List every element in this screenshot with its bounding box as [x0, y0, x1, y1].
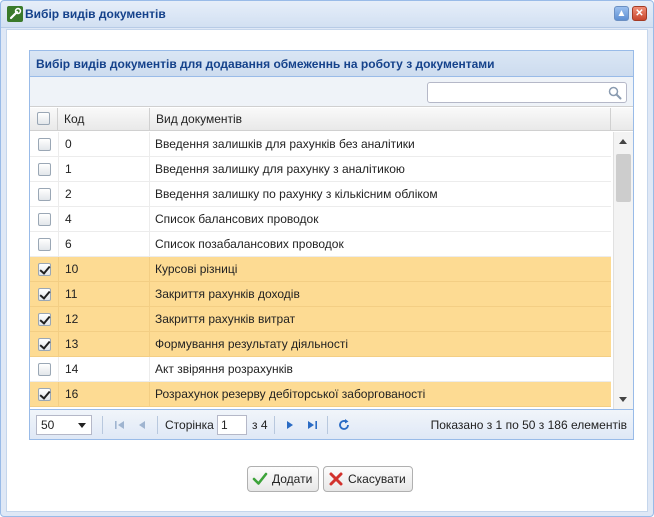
last-page-icon[interactable]	[305, 418, 319, 432]
row-code: 0	[58, 132, 150, 156]
dialog-window: Вибір видів документів ▲ ✕ Вибір видів д…	[0, 0, 654, 517]
pagination-bar: 50 Сторінка 1 з 4 Показано з 1 по 50 з 1…	[30, 409, 633, 439]
table-row[interactable]: 13 Формування результату діяльності	[30, 332, 611, 357]
row-checkbox[interactable]	[37, 163, 51, 177]
row-doc-type: Розрахунок резерву дебіторської заборгов…	[155, 387, 426, 401]
row-code: 1	[58, 157, 150, 181]
add-button-label: Додати	[272, 472, 313, 486]
table-row[interactable]: 2 Введення залишку по рахунку з кількісн…	[30, 182, 611, 207]
refresh-icon[interactable]	[337, 418, 351, 432]
row-doc-type: Закриття рахунків доходів	[155, 287, 300, 301]
row-code: 16	[58, 382, 150, 406]
table-row[interactable]: 10 Курсові різниці	[30, 257, 611, 282]
cancel-button[interactable]: Скасувати	[323, 466, 413, 492]
row-doc-type: Закриття рахунків витрат	[155, 312, 296, 326]
add-button[interactable]: Додати	[247, 466, 320, 492]
next-page-icon[interactable]	[283, 418, 297, 432]
row-checkbox[interactable]	[37, 188, 51, 202]
table-row[interactable]: 16 Розрахунок резерву дебіторської забор…	[30, 382, 611, 407]
row-checkbox[interactable]	[37, 138, 51, 152]
row-code: 4	[58, 207, 150, 231]
grid-rows: 0 Введення залишків для рахунків без ана…	[30, 132, 611, 409]
row-doc-type: Формування результату діяльності	[155, 337, 348, 351]
table-row[interactable]: 11 Закриття рахунків доходів	[30, 282, 611, 307]
column-header-code[interactable]: Код	[58, 108, 150, 130]
row-checkbox[interactable]	[37, 313, 51, 327]
row-checkbox[interactable]	[37, 338, 51, 352]
row-doc-type: Введення залишків для рахунків без аналі…	[155, 137, 415, 151]
row-doc-type: Введення залишку по рахунку з кількісним…	[155, 187, 438, 201]
select-all-cell	[30, 108, 58, 130]
row-checkbox[interactable]	[37, 238, 51, 252]
table-row[interactable]: 6 Список позабалансових проводок	[30, 232, 611, 257]
separator	[102, 416, 103, 434]
minimize-button[interactable]: ▲	[614, 6, 629, 21]
table-row[interactable]: 12 Закриття рахунків витрат	[30, 307, 611, 332]
close-button[interactable]: ✕	[632, 6, 647, 21]
scrollbar-thumb[interactable]	[616, 154, 631, 202]
scroll-up-arrow-icon[interactable]	[619, 139, 627, 144]
page-number-input[interactable]: 1	[217, 415, 247, 435]
page-total-label: з 4	[252, 418, 268, 432]
grid-title: Вибір видів документів для додавання обм…	[30, 51, 633, 77]
title-bar[interactable]: Вибір видів документів ▲ ✕	[1, 1, 653, 28]
window-title: Вибір видів документів	[25, 7, 166, 21]
row-checkbox[interactable]	[37, 213, 51, 227]
select-all-checkbox[interactable]	[37, 112, 50, 126]
cancel-button-label: Скасувати	[348, 472, 406, 486]
pagination-info: Показано з 1 по 50 з 186 елементів	[430, 418, 627, 432]
row-code: 11	[58, 282, 150, 306]
row-checkbox[interactable]	[37, 288, 51, 302]
row-checkbox[interactable]	[37, 263, 51, 277]
previous-page-icon[interactable]	[135, 418, 149, 432]
dialog-body: Вибір видів документів для додавання обм…	[6, 29, 648, 512]
row-code: 10	[58, 257, 150, 281]
row-doc-type: Список позабалансових проводок	[155, 237, 344, 251]
first-page-icon[interactable]	[113, 418, 127, 432]
document-types-grid: Вибір видів документів для додавання обм…	[29, 50, 634, 440]
search-input[interactable]	[427, 82, 627, 103]
row-doc-type: Акт звіряння розрахунків	[155, 362, 293, 376]
table-row[interactable]: 4 Список балансових проводок	[30, 207, 611, 232]
row-checkbox[interactable]	[37, 363, 51, 377]
row-doc-type: Список балансових проводок	[155, 212, 319, 226]
page-size-select[interactable]: 50	[36, 415, 92, 435]
search-icon[interactable]	[608, 86, 622, 100]
row-code: 12	[58, 307, 150, 331]
separator	[327, 416, 328, 434]
row-code: 13	[58, 332, 150, 356]
table-row[interactable]: 1 Введення залишку для рахунку з аналіти…	[30, 157, 611, 182]
row-code: 14	[58, 357, 150, 381]
checkmark-icon	[252, 472, 268, 485]
grid-toolbar	[30, 77, 633, 107]
column-header-type[interactable]: Вид документів	[150, 108, 611, 130]
row-checkbox[interactable]	[37, 388, 51, 402]
separator	[274, 416, 275, 434]
column-header-row: Код Вид документів	[30, 108, 633, 131]
row-code: 2	[58, 182, 150, 206]
wrench-icon	[7, 6, 23, 22]
table-row[interactable]: 14 Акт звіряння розрахунків	[30, 357, 611, 382]
table-row[interactable]: 0 Введення залишків для рахунків без ана…	[30, 132, 611, 157]
separator	[157, 416, 158, 434]
page-size-value: 50	[41, 418, 55, 432]
scroll-down-arrow-icon[interactable]	[619, 397, 627, 402]
row-code: 6	[58, 232, 150, 256]
row-doc-type: Курсові різниці	[155, 262, 238, 276]
page-label: Сторінка	[165, 418, 214, 432]
chevron-down-icon	[78, 423, 86, 428]
cancel-x-icon	[329, 472, 343, 486]
vertical-scrollbar[interactable]	[613, 132, 633, 409]
row-doc-type: Введення залишку для рахунку з аналітико…	[155, 162, 405, 176]
